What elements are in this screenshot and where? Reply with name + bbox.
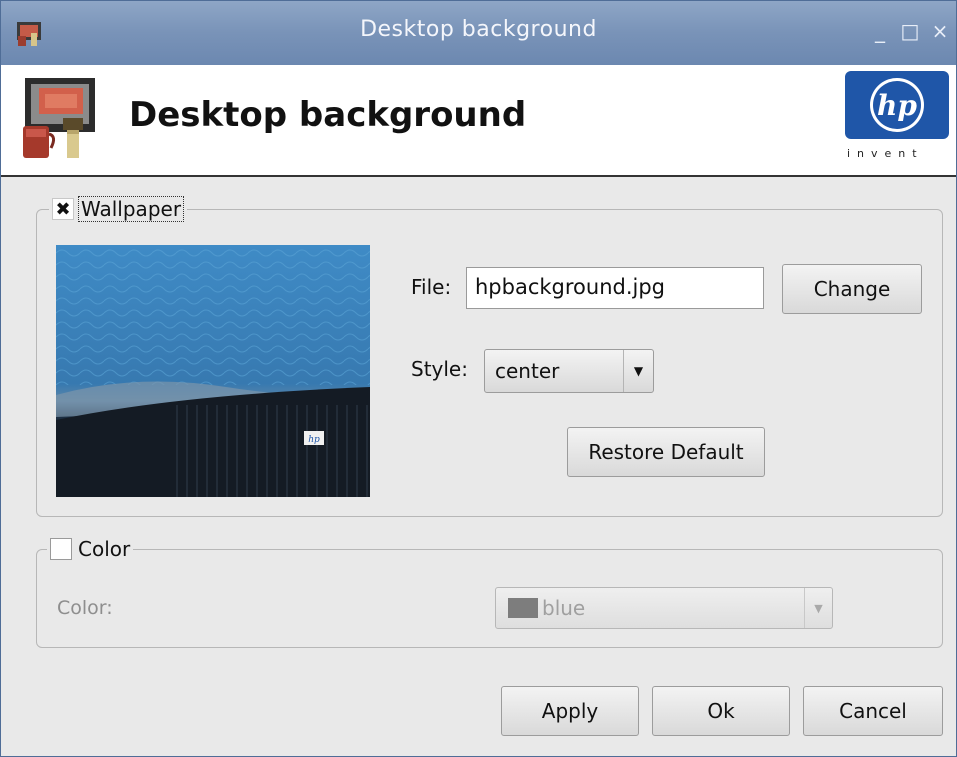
hp-logo: hp [845,71,949,139]
color-swatch [508,598,538,618]
minimize-button[interactable]: _ [869,19,891,43]
page-title: Desktop background [129,95,527,135]
color-legend-label[interactable]: Color [78,537,130,561]
color-select[interactable]: blue ▼ [495,587,833,629]
title-bar[interactable]: Desktop background _ □ × [1,1,956,65]
wallpaper-checkbox[interactable]: ✖ [52,198,74,220]
style-label: Style: [411,357,468,381]
style-select[interactable]: center ▼ [484,349,654,393]
svg-text:hp: hp [877,89,917,122]
dialog-window: Desktop background _ □ × Desktop backgro… [0,0,957,757]
wallpaper-legend: ✖ Wallpaper [49,193,188,225]
header-banner: Desktop background hp invent [1,65,956,177]
file-label: File: [411,275,452,299]
style-select-value: center [495,359,560,383]
color-legend: Color [47,534,134,564]
desktop-paint-icon [23,78,95,158]
change-button[interactable]: Change [782,264,922,314]
maximize-button[interactable]: □ [899,19,921,43]
wallpaper-label[interactable]: Wallpaper [78,196,185,222]
apply-button[interactable]: Apply [501,686,639,736]
color-select-value: blue [542,596,586,620]
color-label: Color: [57,597,113,619]
color-checkbox[interactable] [50,538,72,560]
logo-tagline: invent [847,147,924,160]
ok-button[interactable]: Ok [652,686,790,736]
file-input[interactable]: hpbackground.jpg [466,267,764,309]
svg-text:hp: hp [308,435,320,445]
chevron-down-icon[interactable]: ▼ [623,350,653,392]
chevron-down-icon[interactable]: ▼ [804,588,832,628]
close-button[interactable]: × [929,19,951,43]
window-title: Desktop background [360,17,597,42]
wallpaper-preview: hp [56,245,370,497]
restore-default-button[interactable]: Restore Default [567,427,765,477]
cancel-button[interactable]: Cancel [803,686,943,736]
